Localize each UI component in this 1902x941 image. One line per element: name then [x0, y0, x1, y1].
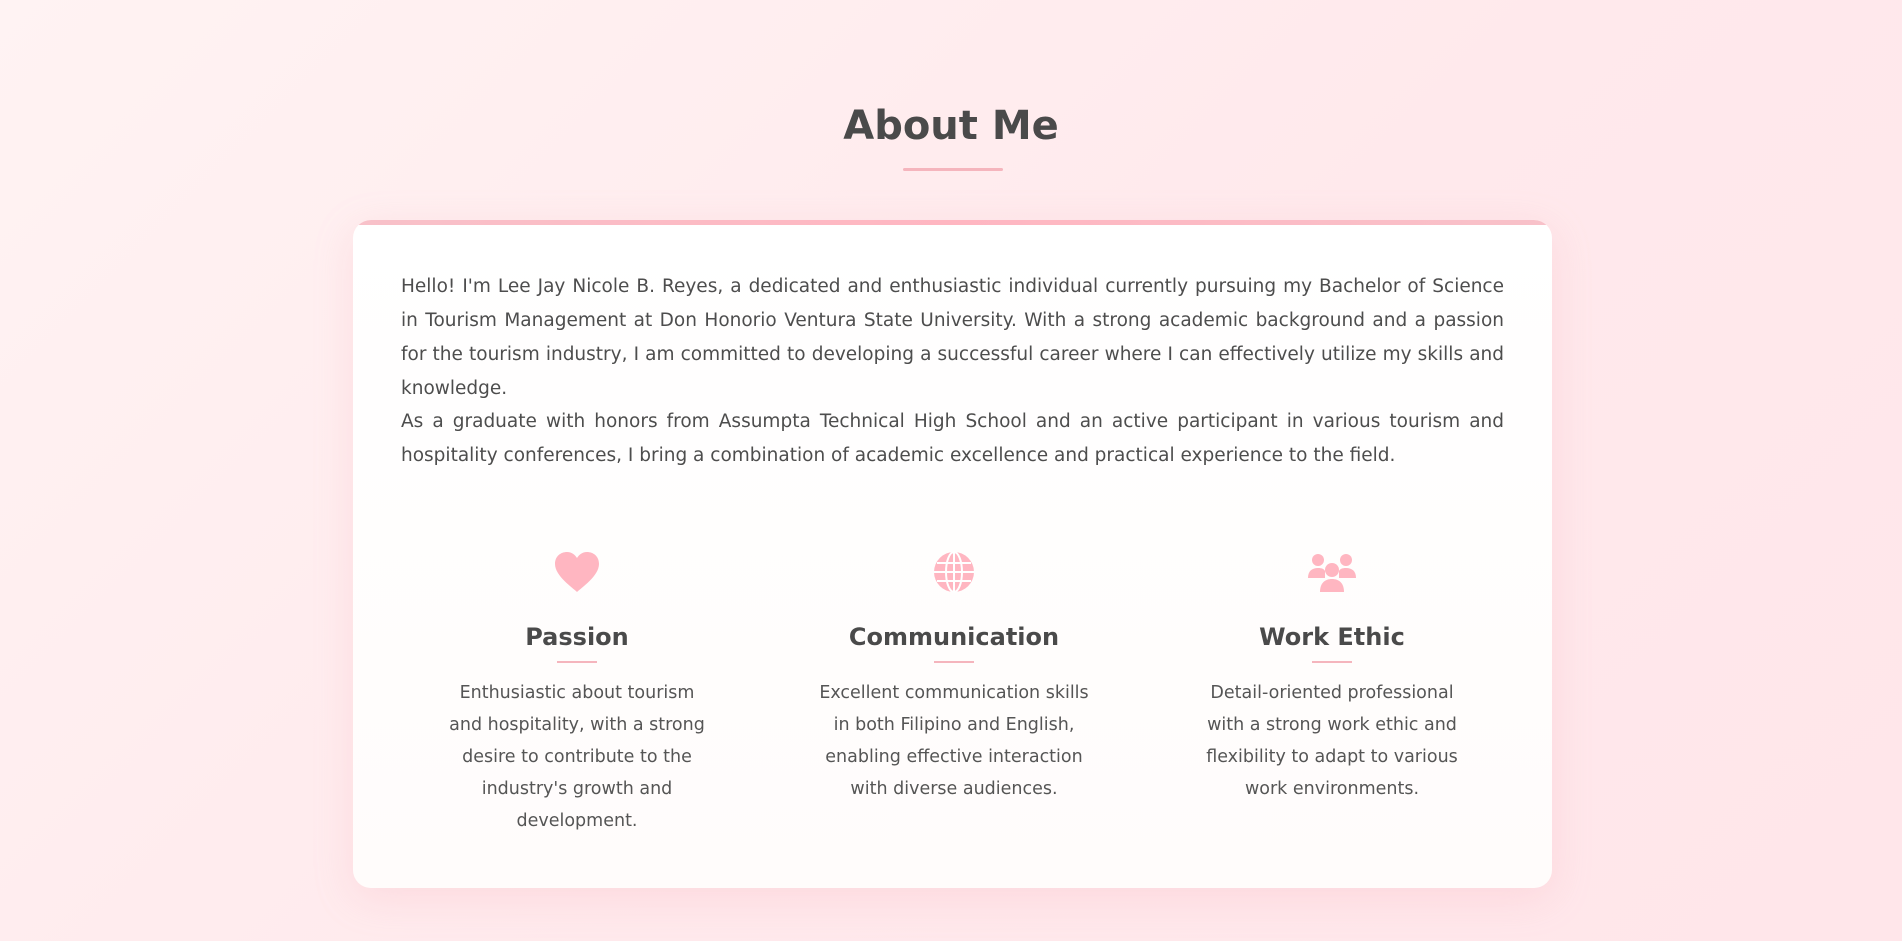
feature-desc-passion: Enthusiastic about tourism and hospitali…	[449, 683, 705, 831]
feature-underline	[934, 661, 974, 663]
section-title: About Me	[843, 103, 1059, 149]
intro-paragraph-1: Hello! I'm Lee Jay Nicole B. Reyes, a de…	[401, 276, 1504, 399]
feature-title-work-ethic: Work Ethic	[1259, 623, 1405, 651]
card-accent-bar	[353, 220, 1552, 225]
feature-title-passion: Passion	[525, 623, 629, 651]
feature-underline	[1312, 661, 1352, 663]
heart-icon	[555, 552, 599, 592]
feature-desc-work-ethic: Detail-oriented professional with a stro…	[1206, 683, 1458, 799]
feature-desc-communication: Excellent communication skills in both F…	[819, 683, 1089, 799]
title-underline	[903, 168, 1003, 171]
globe-icon	[934, 551, 974, 593]
feature-communication: Communication Excellent communication sk…	[804, 550, 1104, 805]
feature-work-ethic: Work Ethic Detail-oriented professional …	[1182, 550, 1482, 805]
intro-paragraph-2: As a graduate with honors from Assumpta …	[401, 411, 1504, 466]
feature-passion: Passion Enthusiastic about tourism and h…	[427, 550, 727, 837]
users-icon	[1308, 554, 1356, 592]
feature-underline	[557, 661, 597, 663]
about-card: Hello! I'm Lee Jay Nicole B. Reyes, a de…	[353, 220, 1552, 888]
feature-title-communication: Communication	[848, 623, 1060, 651]
